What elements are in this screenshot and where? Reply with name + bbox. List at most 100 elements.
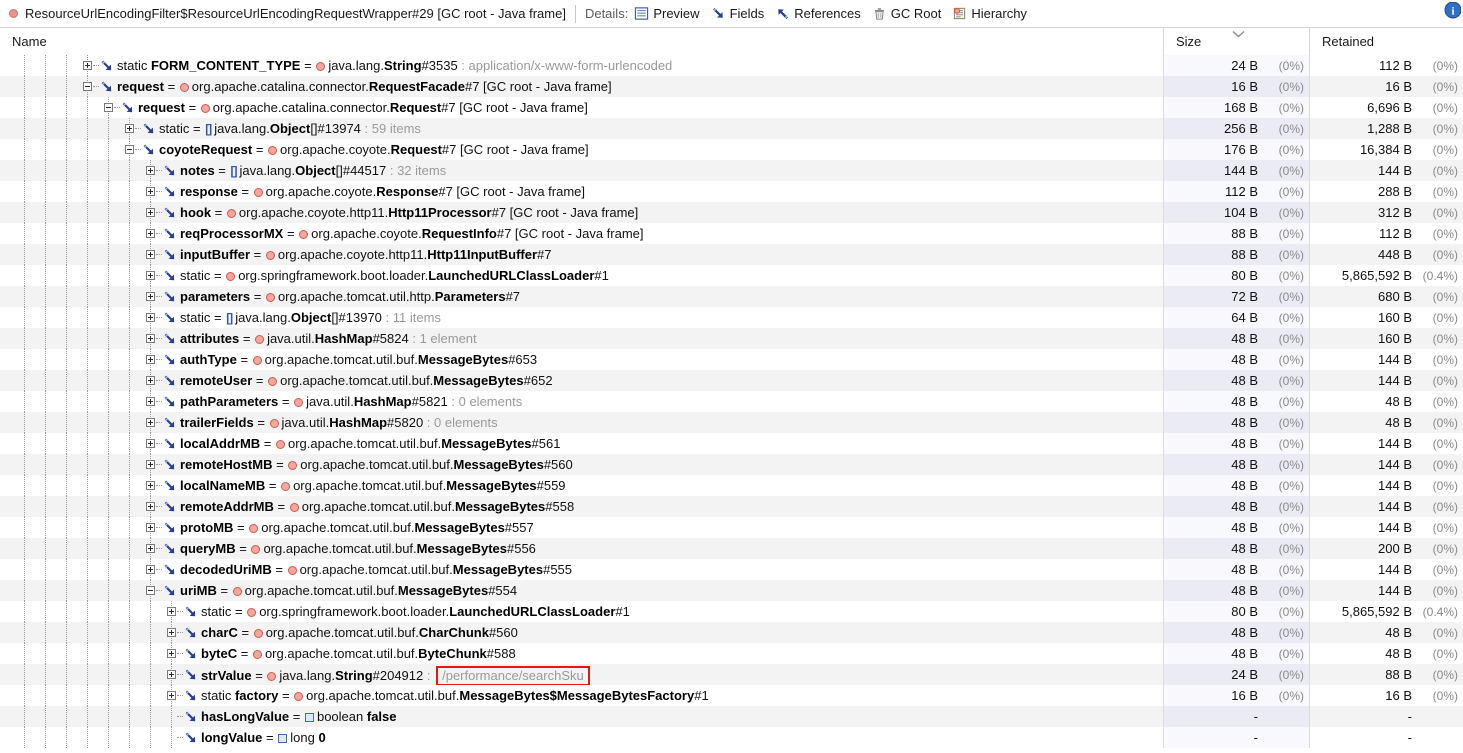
- table-row[interactable]: remoteUser = org.apache.tomcat.util.buf.…: [0, 370, 1463, 391]
- cell-name[interactable]: trailerFields = java.util.HashMap#5820 :…: [0, 412, 1164, 433]
- table-row[interactable]: authType = org.apache.tomcat.util.buf.Me…: [0, 349, 1463, 370]
- column-header-retained[interactable]: Retained: [1310, 28, 1463, 55]
- expand-toggle-icon[interactable]: [146, 460, 155, 469]
- cell-name[interactable]: localAddrMB = org.apache.tomcat.util.buf…: [0, 433, 1164, 454]
- table-row[interactable]: notes = [] java.lang.Object[]#44517 : 32 …: [0, 160, 1463, 181]
- toolbar-button-fields[interactable]: Fields: [711, 6, 764, 21]
- table-row[interactable]: remoteHostMB = org.apache.tomcat.util.bu…: [0, 454, 1463, 475]
- table-row[interactable]: request = org.apache.catalina.connector.…: [0, 76, 1463, 97]
- cell-name[interactable]: static = [] java.lang.Object[]#13970 : 11…: [0, 307, 1164, 328]
- cell-name[interactable]: static = [] java.lang.Object[]#13974 : 59…: [0, 118, 1164, 139]
- cell-name[interactable]: inputBuffer = org.apache.coyote.http11.H…: [0, 244, 1164, 265]
- expand-toggle-icon[interactable]: [146, 229, 155, 238]
- table-row[interactable]: static factory = org.apache.tomcat.util.…: [0, 685, 1463, 706]
- expand-toggle-icon[interactable]: [146, 250, 155, 259]
- cell-name[interactable]: attributes = java.util.HashMap#5824 : 1 …: [0, 328, 1164, 349]
- cell-name[interactable]: uriMB = org.apache.tomcat.util.buf.Messa…: [0, 580, 1164, 601]
- table-row[interactable]: coyoteRequest = org.apache.coyote.Reques…: [0, 139, 1463, 160]
- table-row[interactable]: strValue = java.lang.String#204912 : /pe…: [0, 664, 1463, 685]
- expand-toggle-icon[interactable]: [146, 166, 155, 175]
- cell-name[interactable]: static FORM_CONTENT_TYPE = java.lang.Str…: [0, 55, 1164, 76]
- toolbar-button-preview[interactable]: Preview: [634, 6, 700, 21]
- expand-toggle-icon[interactable]: [146, 544, 155, 553]
- table-row[interactable]: attributes = java.util.HashMap#5824 : 1 …: [0, 328, 1463, 349]
- cell-name[interactable]: parameters = org.apache.tomcat.util.http…: [0, 286, 1164, 307]
- cell-name[interactable]: remoteUser = org.apache.tomcat.util.buf.…: [0, 370, 1164, 391]
- column-header-name[interactable]: Name: [0, 28, 1164, 55]
- cell-name[interactable]: localNameMB = org.apache.tomcat.util.buf…: [0, 475, 1164, 496]
- table-row[interactable]: protoMB = org.apache.tomcat.util.buf.Mes…: [0, 517, 1463, 538]
- cell-name[interactable]: notes = [] java.lang.Object[]#44517 : 32 …: [0, 160, 1164, 181]
- cell-name[interactable]: charC = org.apache.tomcat.util.buf.CharC…: [0, 622, 1164, 643]
- heap-object-tree-table[interactable]: Name Size Retained static FORM_CONTENT_T…: [0, 28, 1463, 753]
- collapse-toggle-icon[interactable]: [146, 586, 155, 595]
- expand-toggle-icon[interactable]: [167, 670, 176, 679]
- cell-name[interactable]: longValue = long 0: [0, 727, 1164, 748]
- expand-toggle-icon[interactable]: [146, 481, 155, 490]
- cell-name[interactable]: request = org.apache.catalina.connector.…: [0, 76, 1164, 97]
- expand-toggle-icon[interactable]: [146, 208, 155, 217]
- table-row[interactable]: parameters = org.apache.tomcat.util.http…: [0, 286, 1463, 307]
- table-row[interactable]: reqProcessorMX = org.apache.coyote.Reque…: [0, 223, 1463, 244]
- cell-name[interactable]: queryMB = org.apache.tomcat.util.buf.Mes…: [0, 538, 1164, 559]
- expand-toggle-icon[interactable]: [146, 271, 155, 280]
- table-row[interactable]: decodedUriMB = org.apache.tomcat.util.bu…: [0, 559, 1463, 580]
- expand-toggle-icon[interactable]: [83, 61, 92, 70]
- expand-toggle-icon[interactable]: [146, 292, 155, 301]
- table-row[interactable]: request = org.apache.catalina.connector.…: [0, 97, 1463, 118]
- table-row[interactable]: static = org.springframework.boot.loader…: [0, 601, 1463, 622]
- table-row[interactable]: static = org.springframework.boot.loader…: [0, 265, 1463, 286]
- cell-name[interactable]: remoteAddrMB = org.apache.tomcat.util.bu…: [0, 496, 1164, 517]
- expand-toggle-icon[interactable]: [146, 565, 155, 574]
- table-row[interactable]: remoteAddrMB = org.apache.tomcat.util.bu…: [0, 496, 1463, 517]
- cell-name[interactable]: byteC = org.apache.tomcat.util.buf.ByteC…: [0, 643, 1164, 664]
- info-icon[interactable]: i: [1441, 2, 1461, 22]
- table-row[interactable]: longValue = long 0 - -: [0, 727, 1463, 748]
- collapse-toggle-icon[interactable]: [83, 82, 92, 91]
- table-row[interactable]: queryMB = org.apache.tomcat.util.buf.Mes…: [0, 538, 1463, 559]
- expand-toggle-icon[interactable]: [146, 439, 155, 448]
- cell-name[interactable]: request = org.apache.catalina.connector.…: [0, 97, 1164, 118]
- expand-toggle-icon[interactable]: [167, 691, 176, 700]
- table-row[interactable]: hook = org.apache.coyote.http11.Http11Pr…: [0, 202, 1463, 223]
- tree-rows-container[interactable]: static FORM_CONTENT_TYPE = java.lang.Str…: [0, 55, 1463, 748]
- expand-toggle-icon[interactable]: [146, 355, 155, 364]
- cell-name[interactable]: remoteHostMB = org.apache.tomcat.util.bu…: [0, 454, 1164, 475]
- expand-toggle-icon[interactable]: [146, 523, 155, 532]
- toolbar-button-gc-root[interactable]: GC Root: [872, 6, 941, 21]
- cell-name[interactable]: protoMB = org.apache.tomcat.util.buf.Mes…: [0, 517, 1164, 538]
- table-row[interactable]: static FORM_CONTENT_TYPE = java.lang.Str…: [0, 55, 1463, 76]
- expand-toggle-icon[interactable]: [167, 628, 176, 637]
- expand-toggle-icon[interactable]: [146, 397, 155, 406]
- cell-name[interactable]: hook = org.apache.coyote.http11.Http11Pr…: [0, 202, 1164, 223]
- expand-toggle-icon[interactable]: [146, 187, 155, 196]
- table-row[interactable]: hasLongValue = boolean false - -: [0, 706, 1463, 727]
- expand-toggle-icon[interactable]: [146, 334, 155, 343]
- expand-toggle-icon[interactable]: [146, 418, 155, 427]
- table-row[interactable]: trailerFields = java.util.HashMap#5820 :…: [0, 412, 1463, 433]
- cell-name[interactable]: hasLongValue = boolean false: [0, 706, 1164, 727]
- collapse-toggle-icon[interactable]: [104, 103, 113, 112]
- table-row[interactable]: pathParameters = java.util.HashMap#5821 …: [0, 391, 1463, 412]
- cell-name[interactable]: pathParameters = java.util.HashMap#5821 …: [0, 391, 1164, 412]
- table-row[interactable]: response = org.apache.coyote.Response#7 …: [0, 181, 1463, 202]
- table-row[interactable]: byteC = org.apache.tomcat.util.buf.ByteC…: [0, 643, 1463, 664]
- table-row[interactable]: localNameMB = org.apache.tomcat.util.buf…: [0, 475, 1463, 496]
- cell-name[interactable]: coyoteRequest = org.apache.coyote.Reques…: [0, 139, 1164, 160]
- toolbar-button-hierarchy[interactable]: Hierarchy: [952, 6, 1027, 21]
- cell-name[interactable]: reqProcessorMX = org.apache.coyote.Reque…: [0, 223, 1164, 244]
- table-row[interactable]: static = [] java.lang.Object[]#13974 : 59…: [0, 118, 1463, 139]
- collapse-toggle-icon[interactable]: [125, 145, 134, 154]
- cell-name[interactable]: static = org.springframework.boot.loader…: [0, 601, 1164, 622]
- cell-name[interactable]: static = org.springframework.boot.loader…: [0, 265, 1164, 286]
- table-row[interactable]: static = [] java.lang.Object[]#13970 : 11…: [0, 307, 1463, 328]
- expand-toggle-icon[interactable]: [125, 124, 134, 133]
- table-row[interactable]: charC = org.apache.tomcat.util.buf.CharC…: [0, 622, 1463, 643]
- table-row[interactable]: uriMB = org.apache.tomcat.util.buf.Messa…: [0, 580, 1463, 601]
- column-header-size[interactable]: Size: [1164, 28, 1310, 55]
- cell-name[interactable]: authType = org.apache.tomcat.util.buf.Me…: [0, 349, 1164, 370]
- expand-toggle-icon[interactable]: [146, 376, 155, 385]
- expand-toggle-icon[interactable]: [146, 313, 155, 322]
- table-row[interactable]: inputBuffer = org.apache.coyote.http11.H…: [0, 244, 1463, 265]
- cell-name[interactable]: decodedUriMB = org.apache.tomcat.util.bu…: [0, 559, 1164, 580]
